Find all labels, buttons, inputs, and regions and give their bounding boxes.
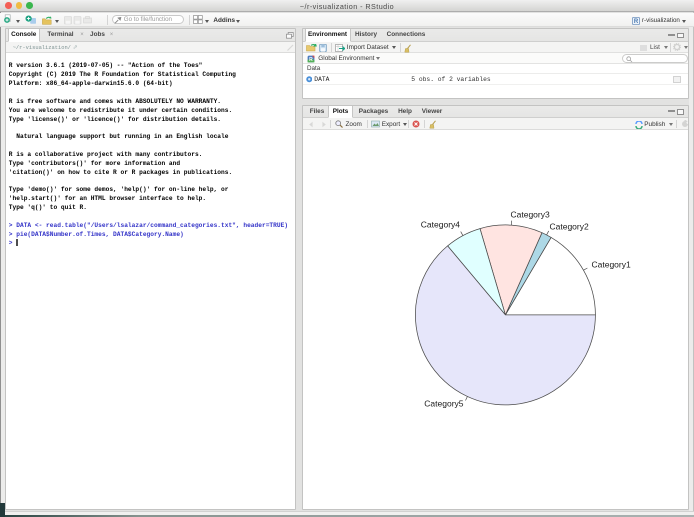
svg-text:R: R: [633, 19, 638, 25]
svg-text:R: R: [309, 57, 313, 63]
